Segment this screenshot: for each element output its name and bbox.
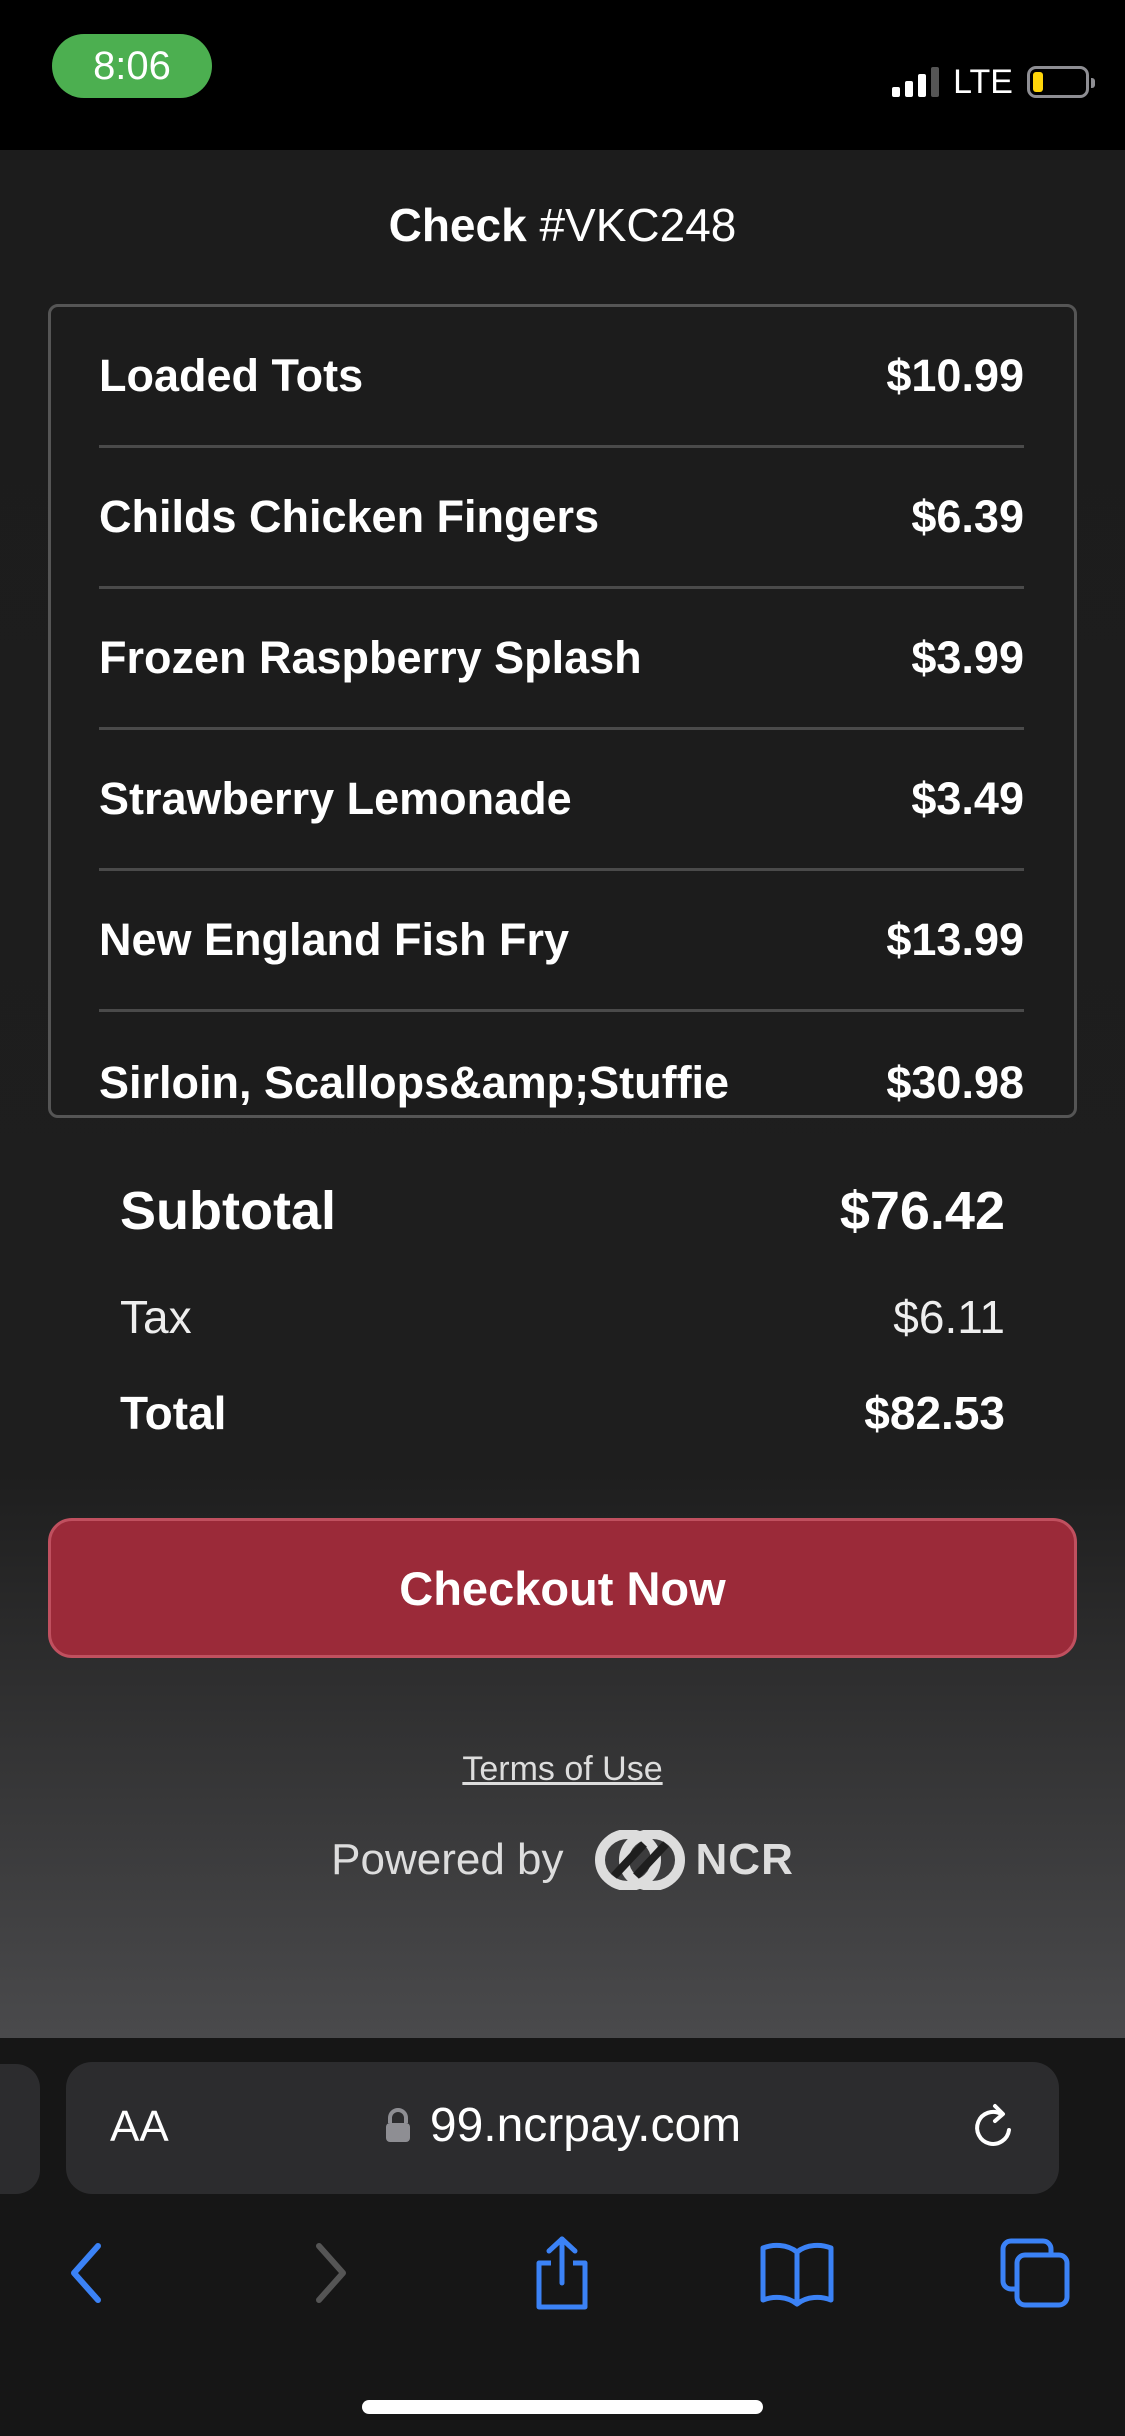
home-indicator[interactable]	[362, 2400, 763, 2414]
signal-icon	[892, 67, 940, 97]
tax-label: Tax	[120, 1291, 192, 1343]
bookmarks-button[interactable]	[752, 2228, 842, 2318]
page-title: Check #VKC248	[0, 198, 1125, 252]
list-item: New England Fish Fry $13.99	[99, 871, 1024, 1012]
list-item: Frozen Raspberry Splash $3.99	[99, 589, 1024, 730]
previous-tab-preview[interactable]	[0, 2064, 40, 2194]
list-item: Strawberry Lemonade $3.49	[99, 730, 1024, 871]
order-items-list[interactable]: Loaded Tots $10.99 Childs Chicken Finger…	[48, 304, 1077, 1118]
status-time[interactable]: 8:06	[52, 34, 212, 98]
item-name: Loaded Tots	[99, 350, 364, 401]
ncr-mark-icon	[594, 1830, 685, 1890]
item-name: Sirloin, Scallops&amp;Stuffie	[99, 1056, 730, 1108]
address-bar[interactable]: AA 99.ncrpay.com	[66, 2062, 1059, 2194]
main-content: Check #VKC248 Loaded Tots $10.99 Childs …	[0, 150, 1125, 2038]
item-price: $30.98	[886, 1056, 1024, 1108]
lock-icon	[385, 2107, 410, 2142]
browser-toolbar	[0, 2228, 1125, 2318]
url-display[interactable]: 99.ncrpay.com	[66, 2098, 1059, 2153]
tax-row: Tax $6.11	[120, 1290, 1005, 1344]
status-indicators: LTE	[892, 58, 1095, 106]
share-icon	[536, 2236, 588, 2310]
item-price: $6.39	[911, 491, 1024, 542]
total-label: Total	[120, 1387, 227, 1439]
share-button[interactable]	[517, 2228, 607, 2318]
item-name: Frozen Raspberry Splash	[99, 632, 642, 683]
total-row: Total $82.53	[120, 1386, 1005, 1440]
tabs-button[interactable]	[990, 2228, 1080, 2318]
item-price: $13.99	[886, 914, 1024, 965]
forward-icon	[316, 2243, 346, 2303]
item-name: New England Fish Fry	[99, 914, 570, 965]
browser-chrome: AA 99.ncrpay.com	[0, 2038, 1125, 2436]
subtotal-row: Subtotal $76.42	[120, 1180, 1005, 1242]
list-item: Loaded Tots $10.99	[99, 307, 1024, 448]
item-name: Childs Chicken Fingers	[99, 491, 600, 542]
url-text: 99.ncrpay.com	[429, 2099, 742, 2152]
ncr-brand-text: NCR	[695, 1835, 794, 1884]
bookmarks-icon	[760, 2242, 834, 2307]
list-item: Childs Chicken Fingers $6.39	[99, 448, 1024, 589]
battery-icon	[1027, 66, 1095, 98]
back-button[interactable]	[42, 2228, 132, 2318]
powered-by-label: Powered by	[331, 1835, 564, 1884]
total-value: $82.53	[864, 1387, 1005, 1439]
checkout-now-button[interactable]: Checkout Now	[48, 1518, 1077, 1658]
item-price: $10.99	[886, 350, 1024, 401]
check-number: #VKC248	[539, 199, 737, 251]
reload-icon[interactable]	[965, 2100, 1021, 2156]
subtotal-label: Subtotal	[120, 1181, 336, 1241]
item-price: $3.49	[911, 773, 1024, 824]
item-name: Strawberry Lemonade	[99, 773, 572, 824]
terms-of-use-link[interactable]: Terms of Use	[0, 1750, 1125, 1789]
back-icon	[71, 2243, 101, 2303]
powered-by: Powered by NCR	[0, 1830, 1125, 1890]
tax-value: $6.11	[893, 1291, 1005, 1343]
forward-button[interactable]	[285, 2228, 375, 2318]
list-item: Sirloin, Scallops&amp;Stuffie $30.98	[99, 1012, 1024, 1115]
network-label: LTE	[953, 62, 1013, 101]
page: 8:06 LTE Check #VKC248 Loaded Tots $10.9…	[0, 0, 1125, 2436]
tabs-icon	[1000, 2238, 1070, 2308]
check-label: Check	[388, 199, 527, 251]
ncr-logo: NCR	[592, 1830, 794, 1890]
status-bar: 8:06 LTE	[0, 0, 1125, 150]
item-price: $3.99	[911, 632, 1024, 683]
subtotal-value: $76.42	[839, 1181, 1005, 1241]
